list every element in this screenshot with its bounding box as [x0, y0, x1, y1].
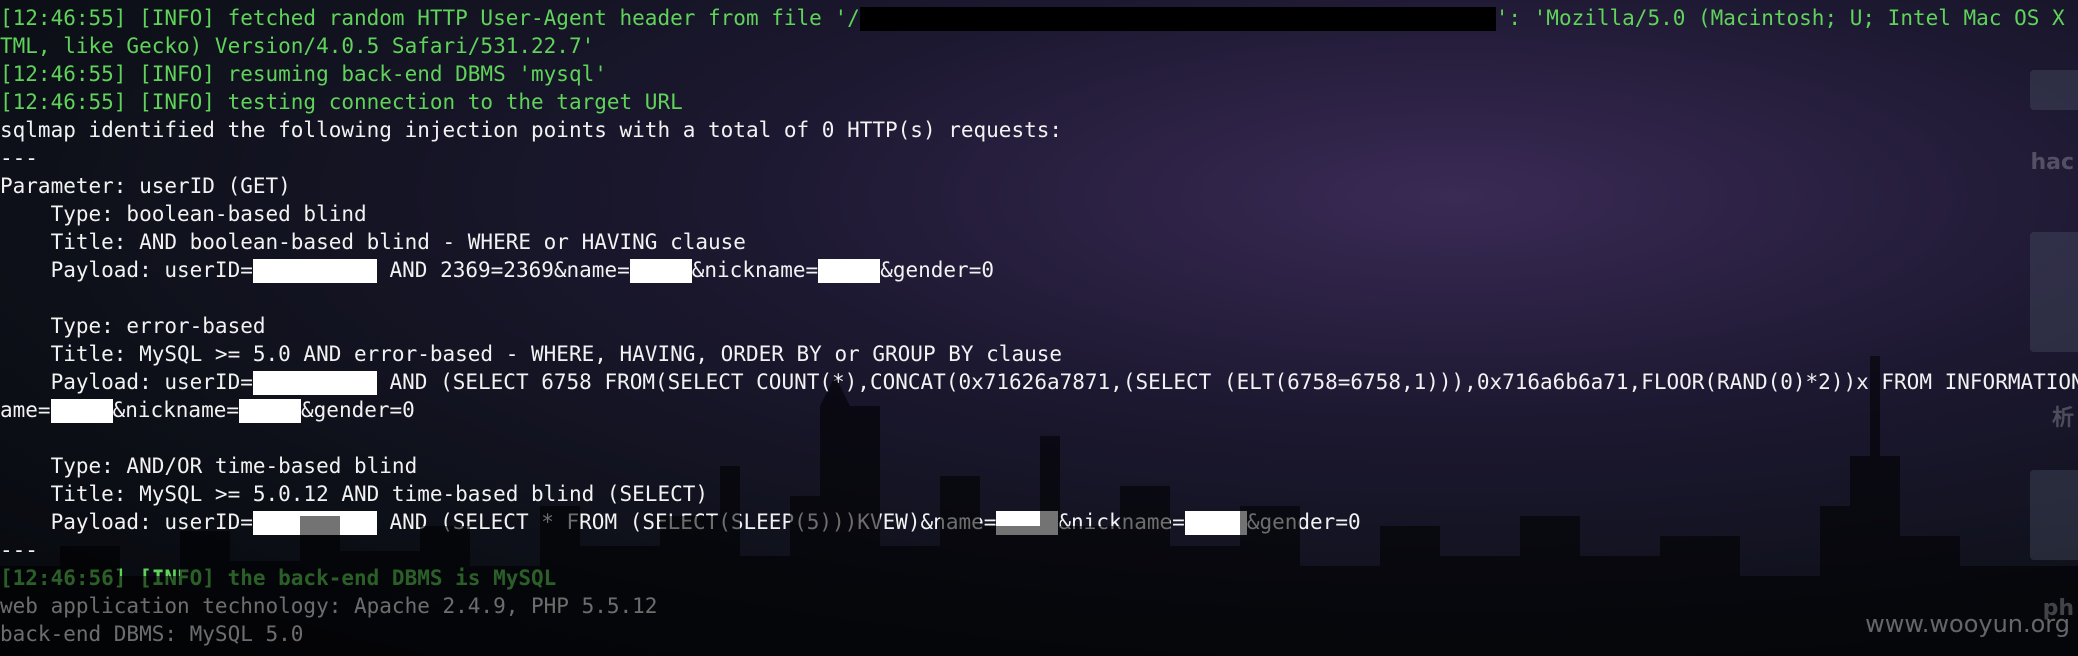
- output-line-backend: back-end DBMS: MySQL 5.0: [0, 622, 304, 646]
- log-line-useragent-cont: TML, like Gecko) Version/4.0.5 Safari/53…: [0, 34, 595, 58]
- log-line-resume: [12:46:55] [INFO] resuming back-end DBMS…: [0, 62, 607, 86]
- type-line-time: Type: AND/OR time-based blind: [0, 454, 418, 478]
- title-line-time: Title: MySQL >= 5.0.12 AND time-based bl…: [0, 482, 709, 506]
- payload-line-error-cont: ame= &nickname= &gender=0: [0, 398, 415, 423]
- separator-line: ---: [0, 538, 38, 562]
- payload-line-boolean: Payload: userID= AND 2369=2369&name= &nic…: [0, 258, 994, 283]
- redacted-path: [859, 7, 1496, 31]
- output-line-webtech: web application technology: Apache 2.4.9…: [0, 594, 658, 618]
- log-line-testing: [12:46:55] [INFO] testing connection to …: [0, 90, 683, 114]
- log-line-useragent: [12:46:55] [INFO] fetched random HTTP Us…: [0, 6, 2078, 31]
- right-sidebar: hac 析 ph: [2030, 0, 2078, 656]
- type-line-boolean: Type: boolean-based blind: [0, 202, 367, 226]
- redacted-value: [252, 259, 377, 283]
- redacted-value: [252, 371, 377, 395]
- sidebar-card[interactable]: [2030, 470, 2078, 560]
- redacted-value: [818, 259, 881, 283]
- redacted-value: [50, 399, 113, 423]
- redacted-value: [996, 511, 1059, 535]
- output-line-identified: sqlmap identified the following injectio…: [0, 118, 1063, 142]
- separator-line: ---: [0, 146, 38, 170]
- parameter-line: Parameter: userID (GET): [0, 174, 291, 198]
- type-line-error: Type: error-based: [0, 314, 266, 338]
- payload-line-time: Payload: userID= AND (SELECT * FROM (SEL…: [0, 510, 1361, 535]
- terminal-output[interactable]: [12:46:55] [INFO] fetched random HTTP Us…: [0, 0, 2078, 656]
- redacted-value: [239, 399, 302, 423]
- payload-line-error: Payload: userID= AND (SELECT 6758 FROM(S…: [0, 370, 2078, 395]
- redacted-value: [629, 259, 692, 283]
- redacted-value: [252, 511, 377, 535]
- title-line-error: Title: MySQL >= 5.0 AND error-based - WH…: [0, 342, 1063, 366]
- sidebar-text: hac: [2030, 150, 2074, 175]
- title-line-boolean: Title: AND boolean-based blind - WHERE o…: [0, 230, 746, 254]
- redacted-value: [1184, 511, 1247, 535]
- sidebar-card[interactable]: [2030, 232, 2078, 352]
- sidebar-text: 析: [2051, 406, 2074, 431]
- log-line-dbms: [12:46:56] [INFO] the back-end DBMS is M…: [0, 566, 557, 590]
- watermark: www.wooyun.org: [1865, 610, 2070, 638]
- sidebar-card[interactable]: [2030, 70, 2078, 110]
